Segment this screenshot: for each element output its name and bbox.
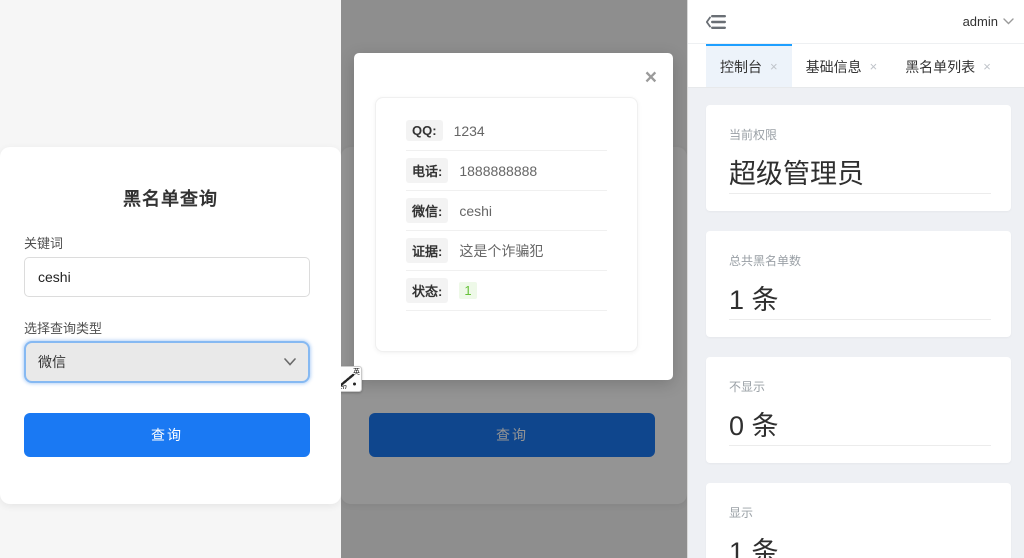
username: admin bbox=[962, 14, 998, 29]
query-type-selected-value: 微信 bbox=[38, 354, 66, 370]
admin-panel: admin 控制台 × 基础信息 × 黑名单列表 × 当前权限 超级管理员 总共… bbox=[687, 0, 1024, 558]
query-result-panel: 查询 × QQ: 1234 电话: 1888888888 微信: ceshi 证… bbox=[341, 0, 687, 558]
result-modal: × QQ: 1234 电话: 1888888888 微信: ceshi 证据: … bbox=[354, 53, 673, 380]
wechat-value: ceshi bbox=[459, 202, 493, 219]
stat-value: 超级管理员 bbox=[729, 159, 864, 189]
stat-label: 当前权限 bbox=[729, 128, 778, 142]
stat-card-permission: 当前权限 超级管理员 bbox=[706, 105, 1011, 211]
tab-label: 基础信息 bbox=[805, 58, 862, 75]
sidebar-collapse-icon[interactable] bbox=[706, 13, 728, 31]
screen: 黑名单查询 关键词 选择查询类型 微信 查询 查询 × QQ: 1234 bbox=[0, 0, 1024, 558]
stat-value: 1 条 bbox=[729, 537, 779, 558]
result-detail-card: QQ: 1234 电话: 1888888888 微信: ceshi 证据: 这是… bbox=[375, 97, 638, 352]
detail-row-evidence: 证据: 这是个诈骗犯 bbox=[406, 231, 607, 271]
qq-value: 1234 bbox=[453, 122, 485, 139]
ime-indicator: 英 en bbox=[341, 366, 362, 392]
detail-row-wechat: 微信: ceshi bbox=[406, 191, 607, 231]
stat-card-total: 总共黑名单数 1 条 bbox=[706, 231, 1011, 337]
status-badge: 1 bbox=[459, 282, 477, 299]
stat-label: 不显示 bbox=[729, 380, 766, 394]
divider bbox=[729, 445, 991, 446]
close-icon[interactable]: × bbox=[870, 60, 878, 73]
evidence-value: 这是个诈骗犯 bbox=[459, 242, 544, 259]
phone-label-badge: 电话: bbox=[406, 158, 449, 183]
phone-value: 1888888888 bbox=[459, 162, 538, 179]
close-icon[interactable]: × bbox=[983, 60, 991, 73]
stat-card-shown: 显示 1 条 bbox=[706, 483, 1011, 558]
tab-console[interactable]: 控制台 × bbox=[706, 44, 792, 87]
query-button[interactable]: 查询 bbox=[24, 413, 310, 457]
status-label-badge: 状态: bbox=[406, 278, 449, 303]
detail-row-phone: 电话: 1888888888 bbox=[406, 151, 607, 191]
ime-lang-en: en bbox=[341, 384, 347, 391]
divider bbox=[729, 193, 991, 194]
query-type-select[interactable]: 微信 bbox=[24, 341, 310, 383]
detail-row-status: 状态: 1 bbox=[406, 271, 607, 311]
wechat-label-badge: 微信: bbox=[406, 198, 449, 223]
qq-label-badge: QQ: bbox=[406, 120, 443, 141]
dashboard-content: 当前权限 超级管理员 总共黑名单数 1 条 不显示 0 条 显示 1 条 bbox=[688, 88, 1024, 558]
tab-basic-info[interactable]: 基础信息 × bbox=[792, 44, 892, 87]
admin-header: admin bbox=[688, 0, 1024, 44]
query-form-card: 黑名单查询 关键词 选择查询类型 微信 查询 bbox=[0, 147, 341, 504]
keyword-label: 关键词 bbox=[24, 236, 64, 251]
tab-bar: 控制台 × 基础信息 × 黑名单列表 × bbox=[688, 44, 1024, 88]
close-icon[interactable]: × bbox=[645, 67, 657, 88]
divider bbox=[729, 319, 991, 320]
stat-value: 0 条 bbox=[729, 411, 779, 441]
page-title: 黑名单查询 bbox=[123, 189, 218, 209]
evidence-label-badge: 证据: bbox=[406, 238, 449, 263]
query-type-label: 选择查询类型 bbox=[24, 321, 103, 336]
close-icon[interactable]: × bbox=[770, 60, 778, 73]
stat-label: 总共黑名单数 bbox=[729, 254, 802, 268]
query-form-panel: 黑名单查询 关键词 选择查询类型 微信 查询 bbox=[0, 0, 341, 558]
tab-label: 控制台 bbox=[720, 58, 762, 75]
user-dropdown[interactable]: admin bbox=[963, 14, 1014, 29]
detail-row-qq: QQ: 1234 bbox=[406, 111, 607, 151]
stat-card-hidden: 不显示 0 条 bbox=[706, 357, 1011, 463]
tab-blacklist[interactable]: 黑名单列表 × bbox=[891, 44, 1005, 87]
chevron-down-icon bbox=[284, 358, 296, 366]
chevron-down-icon bbox=[1003, 18, 1014, 25]
stat-label: 显示 bbox=[729, 506, 754, 520]
tab-label: 黑名单列表 bbox=[905, 58, 976, 75]
ime-lang-cn: 英 bbox=[353, 369, 360, 376]
stat-value: 1 条 bbox=[729, 285, 779, 315]
keyword-input[interactable] bbox=[24, 257, 310, 297]
